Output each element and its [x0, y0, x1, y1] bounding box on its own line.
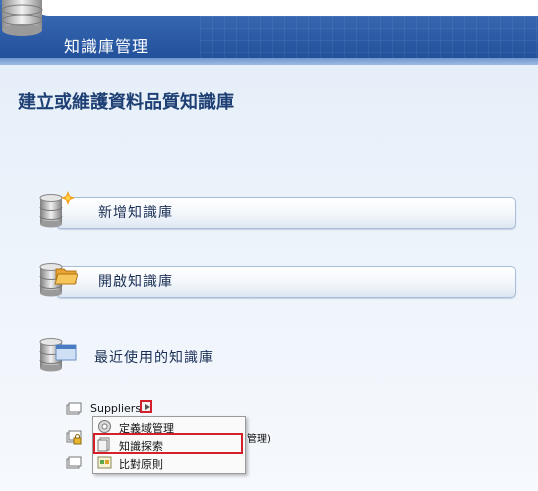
- highlight-box: [93, 433, 243, 454]
- open-knowledge-base-button[interactable]: 開啟知識庫: [38, 259, 516, 299]
- database-open-icon: [39, 263, 78, 297]
- database-new-icon: [39, 191, 75, 228]
- page-title: 知識庫管理: [64, 37, 150, 56]
- recent-kb-label: Suppliers: [90, 402, 142, 415]
- partial-item-text: 管理): [247, 434, 271, 445]
- kb-icon: [66, 402, 82, 415]
- open-knowledge-base-label: 開啟知識庫: [98, 274, 173, 290]
- menu-item-label: 比對原則: [119, 458, 163, 471]
- section-heading: 建立或維護資料品質知識庫: [18, 92, 234, 113]
- domain-management-icon: [98, 420, 111, 433]
- recent-knowledge-bases-header: 最近使用的知識庫: [38, 334, 338, 374]
- header-stripe: [0, 58, 538, 65]
- header-top-tab: [34, 0, 538, 16]
- kb-icon: [66, 456, 82, 469]
- menu-item-matching-policy[interactable]: 比對原則: [93, 454, 245, 472]
- matching-policy-icon: [97, 456, 112, 469]
- new-knowledge-base-button[interactable]: 新增知識庫: [38, 190, 516, 230]
- new-knowledge-base-label: 新增知識庫: [98, 205, 173, 221]
- header-banner: 知識庫管理: [0, 0, 538, 65]
- expand-arrow-button[interactable]: [140, 400, 152, 413]
- database-icon: [1, 0, 43, 36]
- database-recent-icon: [39, 338, 77, 372]
- kb-locked-icon: [66, 430, 82, 445]
- recent-knowledge-bases-label: 最近使用的知識庫: [94, 350, 214, 366]
